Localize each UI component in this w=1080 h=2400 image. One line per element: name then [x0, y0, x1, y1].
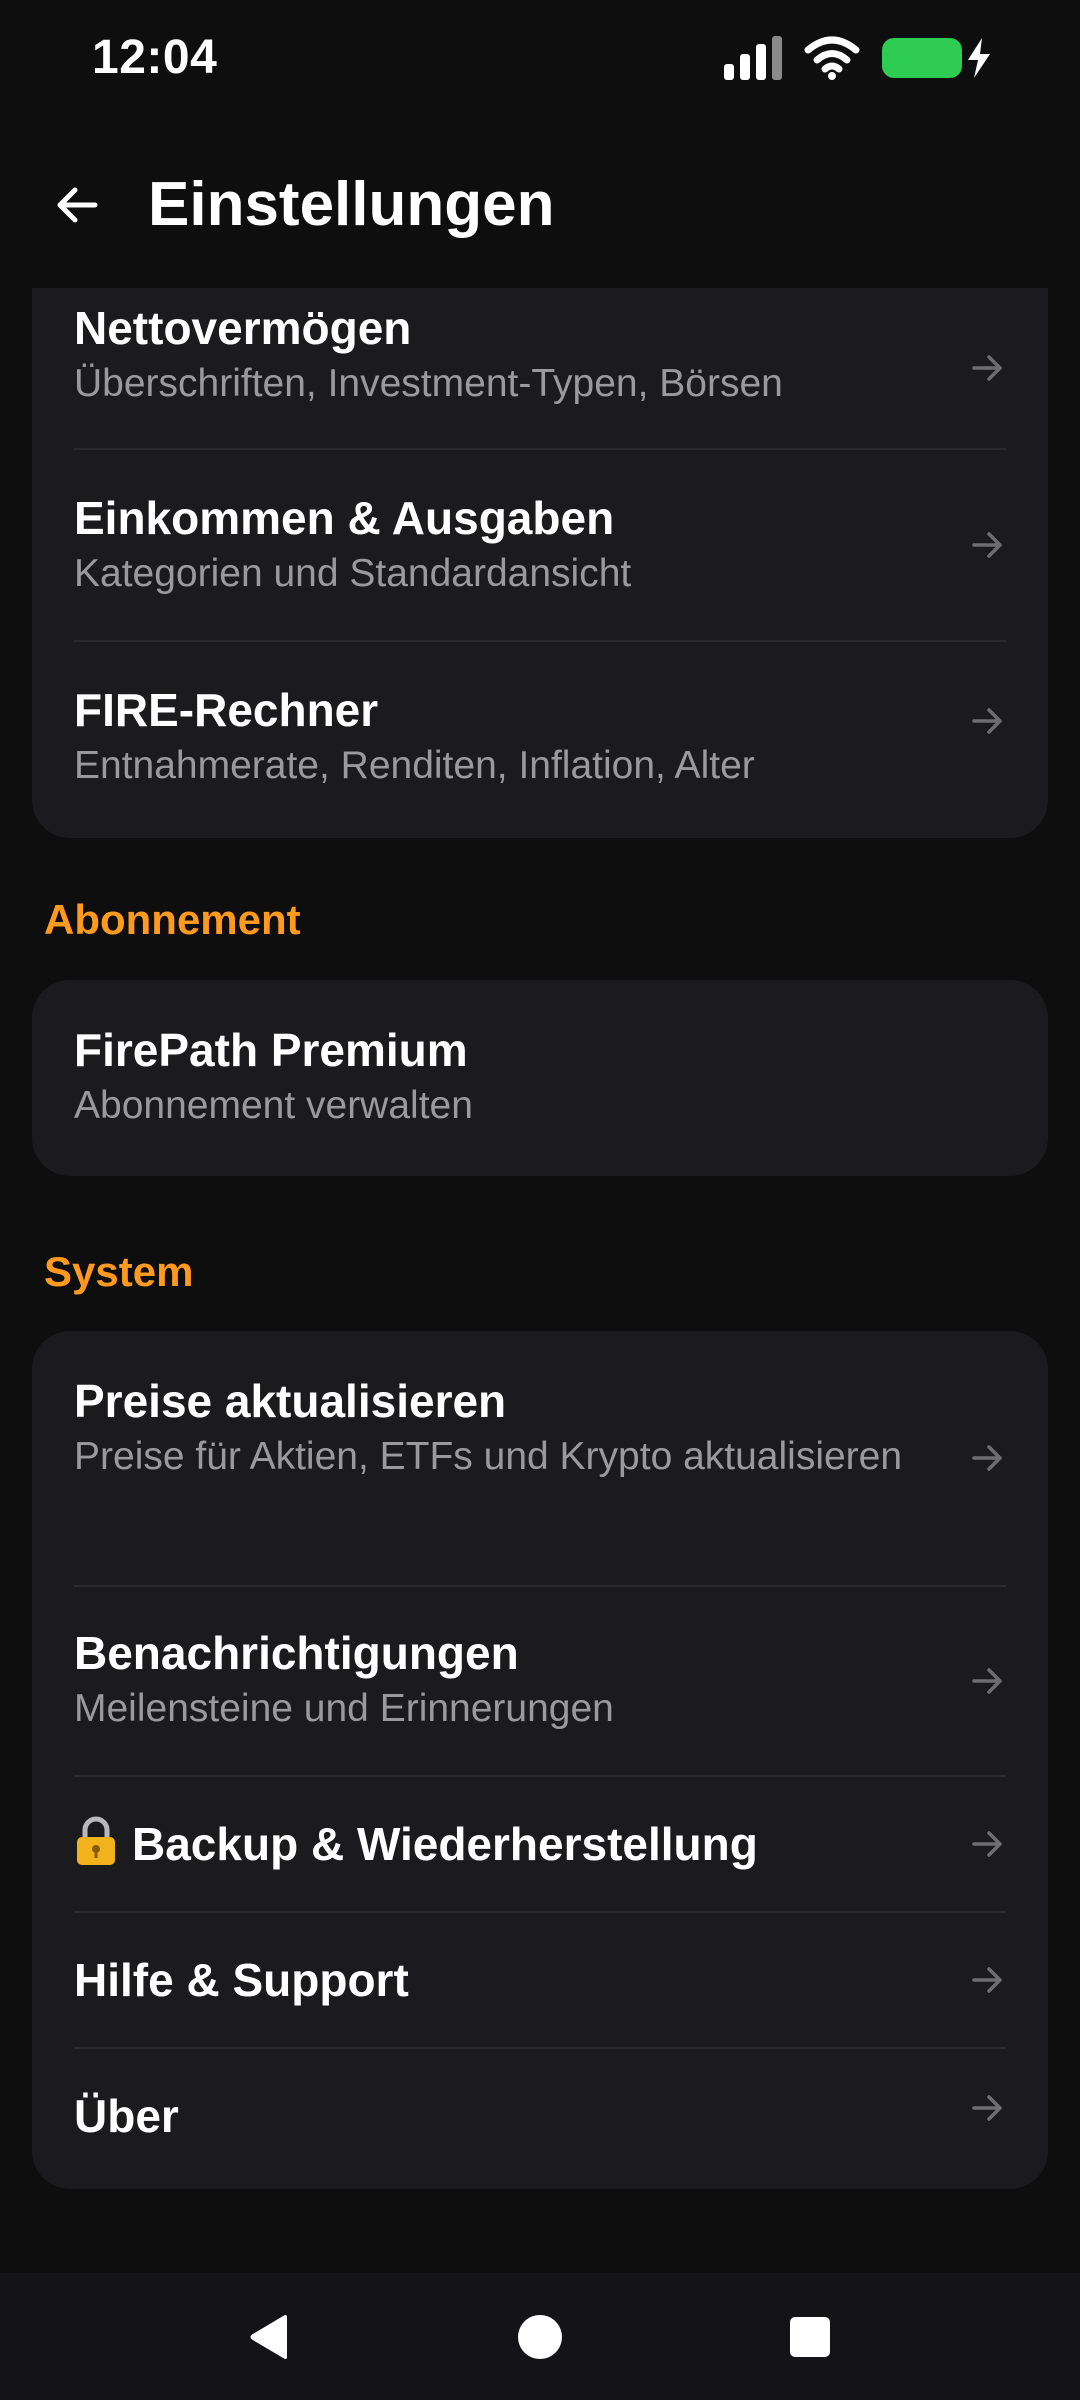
settings-item-premium[interactable]: FirePath Premium Abonnement verwalten [74, 980, 1006, 1176]
settings-item-title: Einkommen & Ausgaben [74, 492, 615, 544]
settings-item-title-row: Backup & Wiederherstellung [74, 1816, 758, 1872]
arrow-right-icon [972, 1668, 1002, 1694]
settings-item-update-prices[interactable]: Preise aktualisieren Preise für Aktien, … [74, 1331, 1006, 1587]
settings-item-subtitle: Kategorien und Standardansicht [74, 552, 632, 595]
arrow-right-icon [972, 708, 1002, 734]
status-bar: 12:04 [0, 0, 1080, 120]
status-icons [724, 36, 992, 80]
charging-bolt-icon [968, 38, 990, 78]
cellular-signal-icon [724, 36, 782, 80]
settings-item-fire-calculator[interactable]: FIRE-Rechner Entnahmerate, Renditen, Inf… [74, 642, 1006, 838]
settings-card-system: Preise aktualisieren Preise für Aktien, … [32, 1331, 1048, 2189]
arrow-right-icon [972, 1831, 1002, 1857]
settings-item-notifications[interactable]: Benachrichtigungen Meilensteine und Erin… [74, 1587, 1006, 1777]
settings-item-income-expenses[interactable]: Einkommen & Ausgaben Kategorien und Stan… [74, 450, 1006, 642]
settings-item-subtitle: Meilensteine und Erinnerungen [74, 1687, 614, 1730]
section-label-subscription: Abonnement [44, 896, 301, 943]
settings-item-net-worth[interactable]: Nettovermögen Überschriften, Investment-… [74, 288, 1006, 450]
back-button[interactable] [44, 172, 110, 238]
settings-item-subtitle: Preise für Aktien, ETFs und Krypto aktua… [74, 1435, 903, 1478]
nav-back-button[interactable] [246, 2313, 294, 2361]
settings-item-title: Preise aktualisieren [74, 1375, 507, 1427]
triangle-back-icon [250, 2315, 287, 2359]
nav-home-button[interactable] [516, 2313, 564, 2361]
arrow-right-icon [972, 2095, 1002, 2121]
wifi-icon [804, 36, 860, 80]
arrow-right-icon [972, 1445, 1002, 1471]
settings-item-title: Über [74, 2090, 179, 2142]
settings-item-title: FirePath Premium [74, 1024, 468, 1076]
circle-home-icon [518, 2315, 562, 2359]
system-navigation-bar [0, 2273, 1080, 2400]
section-label-system: System [44, 1248, 194, 1295]
arrow-right-icon [972, 355, 1002, 381]
settings-item-backup[interactable]: Backup & Wiederherstellung [74, 1777, 1006, 1913]
settings-item-about[interactable]: Über [74, 2049, 1006, 2189]
battery-level [882, 38, 962, 78]
settings-item-title: FIRE-Rechner [74, 684, 379, 736]
arrow-left-icon [57, 187, 98, 223]
app-header: Einstellungen [0, 150, 1080, 260]
settings-item-title: Benachrichtigungen [74, 1627, 519, 1679]
lock-icon [77, 1816, 115, 1865]
nav-recents-button[interactable] [786, 2313, 834, 2361]
settings-card-general: Nettovermögen Überschriften, Investment-… [32, 288, 1048, 838]
settings-item-title: Hilfe & Support [74, 1954, 409, 2006]
settings-item-help[interactable]: Hilfe & Support [74, 1913, 1006, 2049]
settings-item-subtitle: Überschriften, Investment-Typen, Börsen [74, 362, 783, 405]
settings-screen: 12:04 Einstellungen Nettovermögen Übersc… [0, 0, 1080, 2400]
battery-icon [882, 38, 992, 78]
settings-list[interactable]: Nettovermögen Überschriften, Investment-… [0, 288, 1080, 2273]
status-time: 12:04 [92, 31, 218, 84]
settings-card-subscription: FirePath Premium Abonnement verwalten [32, 980, 1048, 1176]
settings-item-subtitle: Entnahmerate, Renditen, Inflation, Alter [74, 744, 755, 787]
square-recents-icon [790, 2317, 830, 2357]
arrow-right-icon [972, 532, 1002, 558]
arrow-right-icon [972, 1967, 1002, 1993]
settings-item-title: Nettovermögen [74, 302, 412, 354]
settings-item-title: Backup & Wiederherstellung [132, 1818, 758, 1870]
settings-item-subtitle: Abonnement verwalten [74, 1084, 473, 1127]
page-title: Einstellungen [148, 170, 555, 239]
